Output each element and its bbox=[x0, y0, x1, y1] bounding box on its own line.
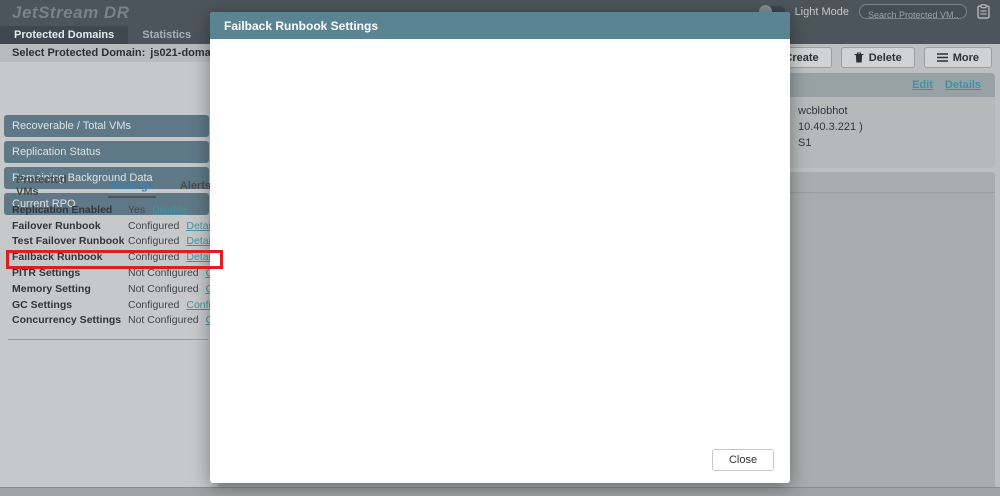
panel-link-edit[interactable]: Edit bbox=[912, 79, 933, 91]
setting-action-link[interactable]: Disable bbox=[152, 204, 187, 216]
setting-status: Not Configured bbox=[128, 314, 199, 326]
failback-runbook-settings-modal: Failback Runbook Settings Close bbox=[210, 12, 790, 483]
setting-label: Concurrency Settings bbox=[12, 314, 128, 326]
close-button[interactable]: Close bbox=[712, 449, 774, 471]
bottom-strip bbox=[0, 487, 1000, 496]
domain-selector[interactable]: Select Protected Domain: js021-domain-1 bbox=[0, 44, 213, 62]
search-box bbox=[859, 4, 967, 19]
bg-button-label: Delete bbox=[869, 52, 902, 64]
settings-row-pitr-settings: PITR SettingsNot ConfiguredConfigure bbox=[0, 265, 213, 281]
app-root: JetStream DR Light Mode Protected Domain… bbox=[0, 0, 1000, 496]
left-sidebar: Select Protected Domain: js021-domain-1 … bbox=[0, 44, 213, 487]
setting-label: Memory Setting bbox=[12, 283, 128, 295]
setting-label: PITR Settings bbox=[12, 267, 128, 279]
tab-protected-domains[interactable]: Protected Domains bbox=[0, 26, 128, 44]
sidebar-divider bbox=[8, 339, 208, 340]
panel-link-details[interactable]: Details bbox=[945, 79, 981, 91]
setting-label: Failover Runbook bbox=[12, 220, 128, 232]
sidebar-tab-alerts[interactable]: Alerts bbox=[178, 176, 213, 198]
setting-status: Configured bbox=[128, 251, 179, 263]
modal-toolbar bbox=[210, 39, 790, 52]
settings-row-concurrency-settings: Concurrency SettingsNot ConfiguredConfig… bbox=[0, 313, 213, 329]
domain-label: Select Protected Domain: bbox=[12, 47, 145, 59]
setting-status: Configured bbox=[128, 235, 179, 247]
sidebar-tab-settings[interactable]: Settings bbox=[108, 176, 155, 198]
bg-button-more[interactable]: More bbox=[924, 47, 992, 68]
settings-row-memory-setting: Memory SettingNot ConfiguredConfigure bbox=[0, 281, 213, 297]
setting-status: Configured bbox=[128, 299, 179, 311]
light-mode-label: Light Mode bbox=[795, 6, 849, 18]
setting-status: Not Configured bbox=[128, 283, 199, 295]
panel-text-fragment: S1 bbox=[798, 137, 811, 149]
tab-statistics[interactable]: Statistics bbox=[128, 26, 205, 44]
statbar-1[interactable]: Replication Status bbox=[4, 141, 209, 163]
trash-icon bbox=[854, 52, 864, 63]
setting-label: GC Settings bbox=[12, 299, 128, 311]
modal-title: Failback Runbook Settings bbox=[210, 12, 790, 39]
settings-list: Replication EnabledYes Disable Failover Ru… bbox=[0, 202, 213, 328]
setting-label: Test Failover Runbook bbox=[12, 235, 128, 247]
settings-row-failback-runbook: Failback RunbookConfiguredDetails bbox=[0, 249, 213, 265]
statbar-0[interactable]: Recoverable / Total VMs bbox=[4, 115, 209, 137]
setting-label: Failback Runbook bbox=[12, 251, 128, 263]
settings-row-gc-settings: GC SettingsConfiguredConfigure bbox=[0, 297, 213, 313]
menu-icon bbox=[937, 53, 948, 62]
setting-status: Not Configured bbox=[128, 267, 199, 279]
settings-row-replication-enabled: Replication EnabledYes Disable bbox=[0, 202, 213, 218]
bg-button-label: More bbox=[953, 52, 979, 64]
sidebar-tab-protected-vms[interactable]: Protected VMs bbox=[14, 176, 86, 198]
panel-text-fragment: 10.40.3.221 ) bbox=[798, 121, 863, 133]
setting-status: Yes bbox=[128, 204, 145, 216]
sidebar-tabs: Protected VMs Settings Alerts bbox=[0, 176, 213, 198]
panel-text-fragment: wcblobhot bbox=[798, 105, 848, 117]
search-input[interactable] bbox=[860, 9, 966, 22]
setting-status: Configured bbox=[128, 220, 179, 232]
bg-button-delete[interactable]: Delete bbox=[841, 47, 915, 68]
settings-row-test-failover-runbook: Test Failover RunbookConfiguredDetails bbox=[0, 234, 213, 250]
setting-label: Replication Enabled bbox=[12, 204, 128, 216]
app-logo: JetStream DR bbox=[12, 3, 130, 23]
settings-row-failover-runbook: Failover RunbookConfiguredDetails bbox=[0, 218, 213, 234]
clipboard-icon[interactable] bbox=[977, 4, 990, 19]
